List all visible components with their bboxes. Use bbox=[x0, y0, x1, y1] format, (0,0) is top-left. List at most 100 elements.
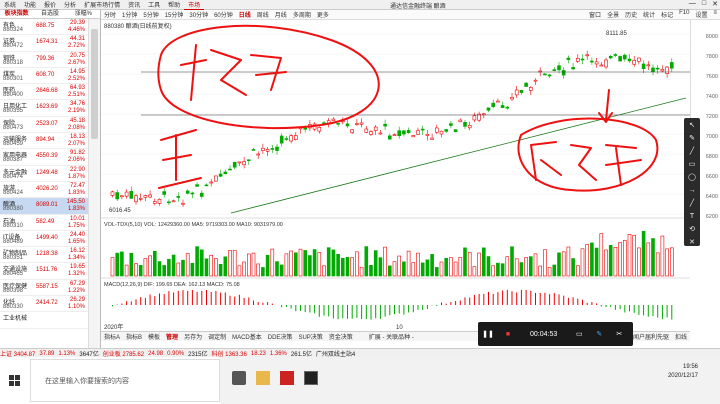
menu-item-5[interactable]: 资讯 bbox=[124, 0, 144, 10]
pen-tool-icon[interactable]: ◯ bbox=[686, 173, 698, 183]
sidebar-tab-1[interactable]: 自选股 bbox=[33, 10, 66, 18]
menu-item-0[interactable]: 系统 bbox=[0, 0, 20, 10]
period-tab-10[interactable]: 更多 bbox=[314, 10, 332, 19]
menu-item-3[interactable]: 分析 bbox=[60, 0, 80, 10]
sector-row[interactable]: IT设备 880489 1499.40 24.40 1.65% bbox=[0, 231, 100, 248]
period-tab-3[interactable]: 15分钟 bbox=[162, 10, 187, 19]
indicator-tab-7[interactable]: DDE决策 bbox=[265, 332, 296, 341]
pen-tool-icon[interactable]: T bbox=[686, 212, 698, 222]
menu-item-6[interactable]: 工具 bbox=[144, 0, 164, 10]
sector-price: 1623.69 bbox=[36, 104, 58, 111]
sector-row[interactable]: 旅游 880424 4026.20 72.47 1.83% bbox=[0, 182, 100, 199]
chart-tool-4[interactable]: 标记 bbox=[658, 10, 676, 19]
menu-item-1[interactable]: 功能 bbox=[20, 0, 40, 10]
indicator-tab-9[interactable]: 资金决策 bbox=[326, 332, 356, 341]
sector-row[interactable]: 矿物制品 880351 1218.38 16.12 1.34% bbox=[0, 247, 100, 264]
kline-chart[interactable]: 880380 酿酒(日线前复权) 8111.85 6016.45 VOL-TDX… bbox=[101, 20, 690, 331]
right-tab[interactable]: 扣线 bbox=[672, 332, 690, 341]
taskbar-clock[interactable]: 19:56 2020/12/17 bbox=[668, 363, 698, 381]
sector-row[interactable]: 酿酒 880380 8089.01 145.50 1.83% bbox=[0, 198, 100, 215]
file-explorer-icon[interactable] bbox=[256, 371, 270, 385]
sector-c1: 16.12 bbox=[69, 248, 85, 255]
sector-row[interactable]: 运输服务 880459 894.94 18.13 2.07% bbox=[0, 133, 100, 150]
menu-item-4[interactable]: 扩展市场行情 bbox=[80, 0, 124, 10]
stop-icon[interactable]: ■ bbox=[498, 331, 518, 338]
indicator-tab-2[interactable]: 模板 bbox=[145, 332, 163, 341]
menu-item-7[interactable]: 帮助 bbox=[164, 0, 184, 10]
indicator-tab-1[interactable]: 指标B bbox=[123, 332, 145, 341]
scrollbar-thumb[interactable] bbox=[91, 29, 98, 139]
indicator-tab-3[interactable]: 管理 bbox=[163, 332, 181, 341]
period-tab-0[interactable]: 分时 bbox=[101, 10, 119, 19]
candle-body bbox=[157, 199, 162, 204]
sidebar-tab-0[interactable]: 板块指数 bbox=[0, 10, 33, 18]
scissors-icon[interactable]: ✂ bbox=[609, 330, 629, 338]
period-tab-5[interactable]: 60分钟 bbox=[211, 10, 236, 19]
sector-row[interactable]: 工业机械 bbox=[0, 312, 100, 329]
tdx-app-icon[interactable] bbox=[280, 371, 294, 385]
sector-row[interactable]: 钢铁 880318 799.36 20.75 2.67% bbox=[0, 52, 100, 68]
sector-row[interactable]: 家用电器 880387 4550.39 91.82 2.06% bbox=[0, 149, 100, 166]
volume-bar bbox=[167, 258, 171, 277]
sector-row[interactable]: 交通设施 880465 1511.76 19.65 1.32% bbox=[0, 263, 100, 280]
pen-tool-icon[interactable]: ✕ bbox=[686, 238, 698, 248]
sector-list-tabs: 板块指数 自选股 涨幅% bbox=[0, 10, 100, 19]
candle-body bbox=[289, 135, 293, 142]
chart-tool-3[interactable]: 统计 bbox=[640, 10, 658, 19]
screen-icon[interactable]: ▭ bbox=[569, 330, 589, 338]
period-tab-9[interactable]: 多周期 bbox=[290, 10, 314, 19]
taskbar-search-box[interactable]: 在这里输入你要搜索的内容 bbox=[30, 359, 220, 402]
pen-tool-icon[interactable]: ▭ bbox=[686, 160, 698, 170]
chart-tool-7[interactable]: ≡ bbox=[710, 10, 720, 19]
volume-bar bbox=[218, 264, 223, 277]
chart-tool-2[interactable]: 历史 bbox=[622, 10, 640, 19]
pen-tool-icon[interactable]: ↖ bbox=[686, 121, 698, 131]
period-tab-6[interactable]: 日线 bbox=[236, 10, 254, 19]
close-icon[interactable]: ✕ bbox=[712, 0, 718, 8]
period-tab-2[interactable]: 5分钟 bbox=[140, 10, 161, 19]
minimize-icon[interactable]: — bbox=[689, 0, 696, 8]
sidebar-tab-2[interactable]: 涨幅% bbox=[67, 10, 100, 18]
indicator-tab-8[interactable]: SUP决策 bbox=[295, 332, 325, 341]
period-tab-1[interactable]: 1分钟 bbox=[119, 10, 140, 19]
indicator-tab-5[interactable]: 调定制 bbox=[205, 332, 229, 341]
menu-item-8[interactable]: 市场 bbox=[184, 0, 205, 10]
pen-tool-icon[interactable]: → bbox=[686, 186, 698, 196]
sector-row[interactable]: 石油 880310 582.49 10.01 1.75% bbox=[0, 215, 100, 231]
sector-row[interactable]: 有色 880324 688.75 29.39 4.46% bbox=[0, 19, 100, 36]
period-tab-8[interactable]: 月线 bbox=[272, 10, 290, 19]
sector-row[interactable]: 煤炭 880301 608.70 14.95 2.52% bbox=[0, 68, 100, 85]
candle-body bbox=[270, 148, 275, 150]
pen-tool-icon[interactable]: ╱ bbox=[686, 199, 698, 209]
task-view-icon[interactable] bbox=[232, 371, 246, 385]
related-products[interactable]: 扩展 - 关联品种 - bbox=[366, 332, 417, 341]
pen-tool-icon[interactable]: ╱ bbox=[686, 147, 698, 157]
sector-list-scrollbar[interactable] bbox=[88, 19, 100, 359]
sector-row[interactable]: 多元金融 880474 1249.48 22.90 1.87% bbox=[0, 166, 100, 182]
sector-row[interactable]: 医疗保健 880398 5587.15 67.29 1.22% bbox=[0, 280, 100, 297]
sector-c2: 1.22% bbox=[67, 287, 85, 294]
indicator-tab-4[interactable]: 另存为 bbox=[181, 332, 205, 341]
indicator-tab-0[interactable]: 指标A bbox=[101, 332, 123, 341]
pen-tool-icon[interactable]: ⟲ bbox=[686, 225, 698, 235]
period-tab-4[interactable]: 30分钟 bbox=[186, 10, 211, 19]
menu-bar: 系统 功能 报价 分析 扩展市场行情 资讯 工具 帮助 市场 通达信金融终端 酿酒 — □ ✕ bbox=[0, 0, 720, 10]
sector-row[interactable]: 日用化工 880355 1623.69 34.76 2.19% bbox=[0, 100, 100, 117]
sector-row[interactable]: 医药 880400 2646.68 64.93 2.51% bbox=[0, 84, 100, 101]
chart-tool-6[interactable]: 设置 bbox=[692, 10, 710, 19]
pen-tool-icon[interactable]: ✎ bbox=[686, 134, 698, 144]
period-tab-7[interactable]: 周线 bbox=[254, 10, 272, 19]
menu-item-2[interactable]: 报价 bbox=[40, 0, 60, 10]
chart-tool-5[interactable]: F10 bbox=[676, 10, 692, 19]
maximize-icon[interactable]: □ bbox=[702, 0, 706, 8]
sector-row[interactable]: 保险 880473 2523.07 45.18 2.08% bbox=[0, 117, 100, 134]
sector-row[interactable]: 证券 880472 1674.31 44.31 2.72% bbox=[0, 35, 100, 52]
chart-tool-1[interactable]: 全景 bbox=[604, 10, 622, 19]
recorder-app-icon[interactable] bbox=[304, 371, 318, 385]
pen-icon[interactable]: ✎ bbox=[589, 330, 609, 338]
indicator-tab-6[interactable]: MACD基本 bbox=[229, 332, 265, 341]
pause-icon[interactable]: ❚❚ bbox=[478, 330, 498, 338]
chart-tool-0[interactable]: 窗口 bbox=[586, 10, 604, 19]
sector-row[interactable]: 化纤 880330 2414.72 26.29 1.10% bbox=[0, 296, 100, 313]
start-button[interactable] bbox=[0, 357, 30, 404]
